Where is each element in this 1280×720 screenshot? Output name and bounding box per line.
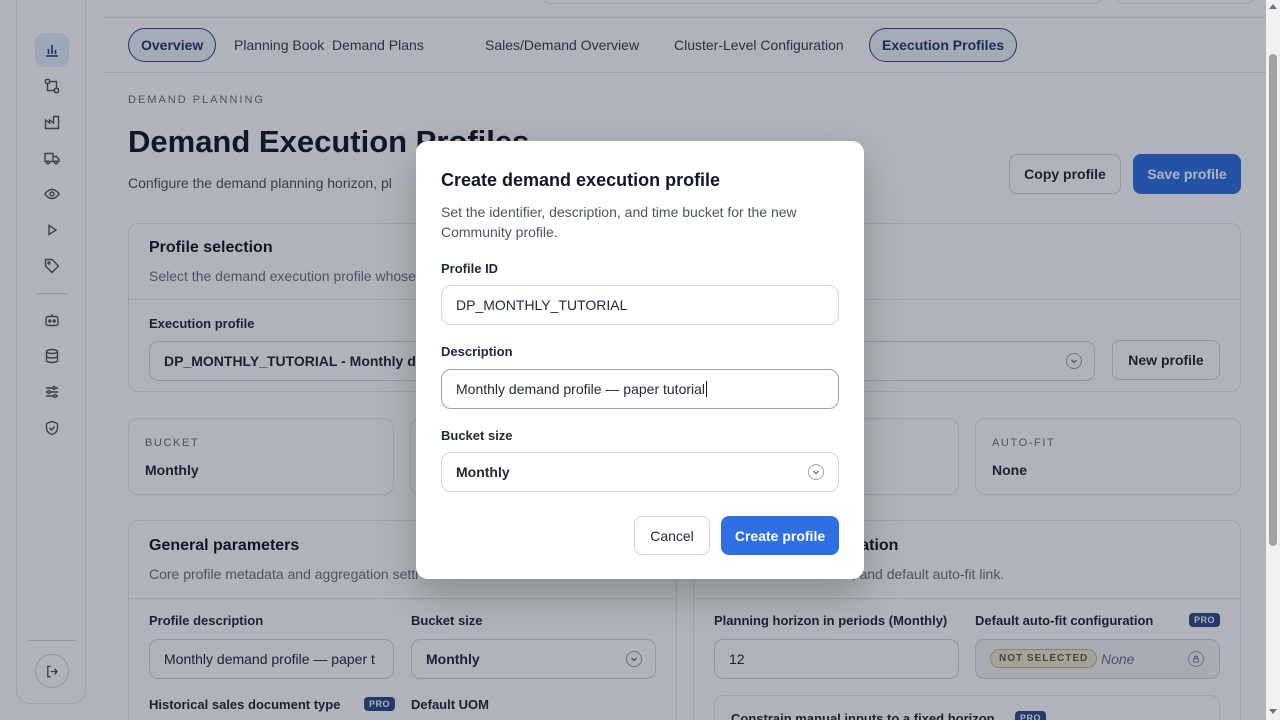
page-scrollbar[interactable] xyxy=(1266,0,1280,720)
dialog-title: Create demand execution profile xyxy=(441,170,721,190)
bucket-size-value: Monthly xyxy=(456,464,510,480)
description-input[interactable]: Monthly demand profile — paper tutorial xyxy=(441,369,839,409)
text-caret xyxy=(706,381,708,397)
scroll-up-arrow-icon[interactable] xyxy=(1269,4,1277,9)
profile-id-label: Profile ID xyxy=(441,261,499,276)
scroll-down-arrow-icon[interactable] xyxy=(1269,709,1277,714)
create-profile-button[interactable]: Create profile xyxy=(721,516,839,555)
chevron-down-icon xyxy=(808,464,824,480)
dialog-description: Set the identifier, description, and tim… xyxy=(441,204,797,240)
description-value: Monthly demand profile — paper tutorial xyxy=(456,381,706,397)
cancel-button[interactable]: Cancel xyxy=(634,516,710,555)
description-label: Description xyxy=(441,344,513,359)
scrollbar-thumb[interactable] xyxy=(1269,54,1277,546)
profile-id-value: DP_MONTHLY_TUTORIAL xyxy=(456,297,628,313)
bucket-size-select[interactable]: Monthly xyxy=(441,452,839,492)
bucket-size-label: Bucket size xyxy=(441,428,513,443)
create-profile-dialog: Create demand execution profile Set the … xyxy=(416,141,864,579)
profile-id-input[interactable]: DP_MONTHLY_TUTORIAL xyxy=(441,285,839,325)
